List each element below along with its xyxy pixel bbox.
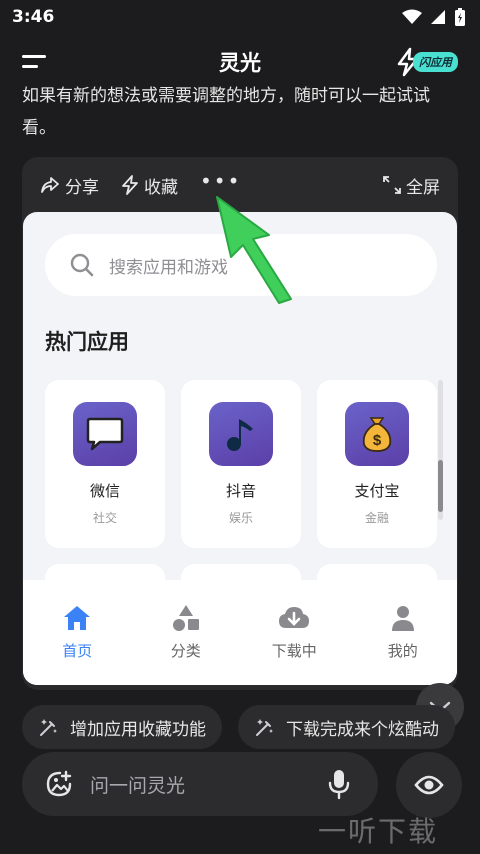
nav-category[interactable]: 分类 xyxy=(132,580,241,685)
fullscreen-icon xyxy=(383,176,401,194)
search-icon xyxy=(70,253,94,277)
nav-downloads[interactable]: 下载中 xyxy=(240,580,349,685)
more-button[interactable]: ••• xyxy=(200,169,241,193)
favorite-button[interactable]: 收藏 xyxy=(121,173,178,198)
watermark: 一听下载 xyxy=(318,815,439,848)
pointer-arrow-icon xyxy=(216,196,292,304)
app-name: 微信 xyxy=(89,482,120,500)
flash-badge: 闪应用 xyxy=(413,52,458,72)
popular-apps-list: 微信 社交 抖音 娱乐 $ 支付宝 金融 xyxy=(45,380,437,548)
status-icons xyxy=(402,7,466,27)
assistant-message: 如果有新的想法或需要调整的地方，随时可以一起试试看。 xyxy=(22,86,430,138)
signal-icon xyxy=(431,10,445,24)
scrollbar[interactable] xyxy=(438,380,443,520)
section-title: 热门应用 xyxy=(45,330,129,354)
mic-icon[interactable] xyxy=(328,768,350,800)
nav-profile[interactable]: 我的 xyxy=(349,580,458,685)
share-button[interactable]: 分享 xyxy=(40,173,99,198)
nav-label: 首页 xyxy=(62,642,93,660)
chat-bubble-icon xyxy=(73,402,137,466)
money-bag-icon: $ xyxy=(345,402,409,466)
suggestion-list: 增加应用收藏功能 下载完成来个炫酷动 xyxy=(22,705,480,749)
chat-input-placeholder: 问一问灵光 xyxy=(90,774,186,797)
wifi-icon xyxy=(402,9,422,24)
flash-app-button[interactable]: 闪应用 xyxy=(395,46,458,78)
eye-icon xyxy=(414,775,444,795)
svg-text:$: $ xyxy=(373,432,382,449)
app-category: 金融 xyxy=(364,511,389,525)
category-icon xyxy=(172,605,199,631)
app-category: 娱乐 xyxy=(228,511,253,525)
fullscreen-label: 全屏 xyxy=(406,177,440,198)
view-button[interactable] xyxy=(396,752,462,818)
nav-label: 分类 xyxy=(170,642,201,660)
fullscreen-button[interactable]: 全屏 xyxy=(383,173,440,198)
chat-input[interactable]: 问一问灵光 xyxy=(22,752,378,816)
nav-label: 下载中 xyxy=(271,642,317,660)
app-category: 社交 xyxy=(92,511,117,525)
suggestion-chip[interactable]: 增加应用收藏功能 xyxy=(22,705,222,749)
menu-icon[interactable] xyxy=(20,50,50,74)
home-icon xyxy=(64,606,91,630)
app-card-douyin[interactable]: 抖音 娱乐 xyxy=(181,380,301,548)
magic-wand-icon xyxy=(40,719,57,736)
app-name: 支付宝 xyxy=(354,482,400,500)
status-bar: 3:46 xyxy=(0,0,480,34)
user-icon xyxy=(391,606,414,631)
cloud-download-icon xyxy=(279,607,310,628)
suggestion-chip[interactable]: 下载完成来个炫酷动 xyxy=(238,705,455,749)
app-card-alipay[interactable]: $ 支付宝 金融 xyxy=(317,380,437,548)
bottom-nav: 首页 分类 下载中 我的 xyxy=(23,580,457,685)
suggestion-text: 下载完成来个炫酷动 xyxy=(286,719,439,740)
app-name: 抖音 xyxy=(225,482,256,500)
nav-home[interactable]: 首页 xyxy=(23,580,132,685)
scrollbar-thumb[interactable] xyxy=(438,460,443,512)
app-card-wechat[interactable]: 微信 社交 xyxy=(45,380,165,548)
share-label: 分享 xyxy=(65,177,99,198)
suggestion-text: 增加应用收藏功能 xyxy=(70,719,206,740)
image-add-icon xyxy=(46,770,72,797)
music-note-icon xyxy=(209,402,273,466)
app-header: 灵光 闪应用 xyxy=(0,40,480,84)
page-title: 灵光 xyxy=(219,51,261,75)
battery-icon xyxy=(455,8,465,26)
nav-label: 我的 xyxy=(387,642,418,660)
magic-wand-icon xyxy=(256,719,273,736)
status-time: 3:46 xyxy=(12,7,55,27)
favorite-label: 收藏 xyxy=(144,177,178,198)
share-icon xyxy=(41,177,59,193)
lightning-outline-icon xyxy=(122,175,138,195)
